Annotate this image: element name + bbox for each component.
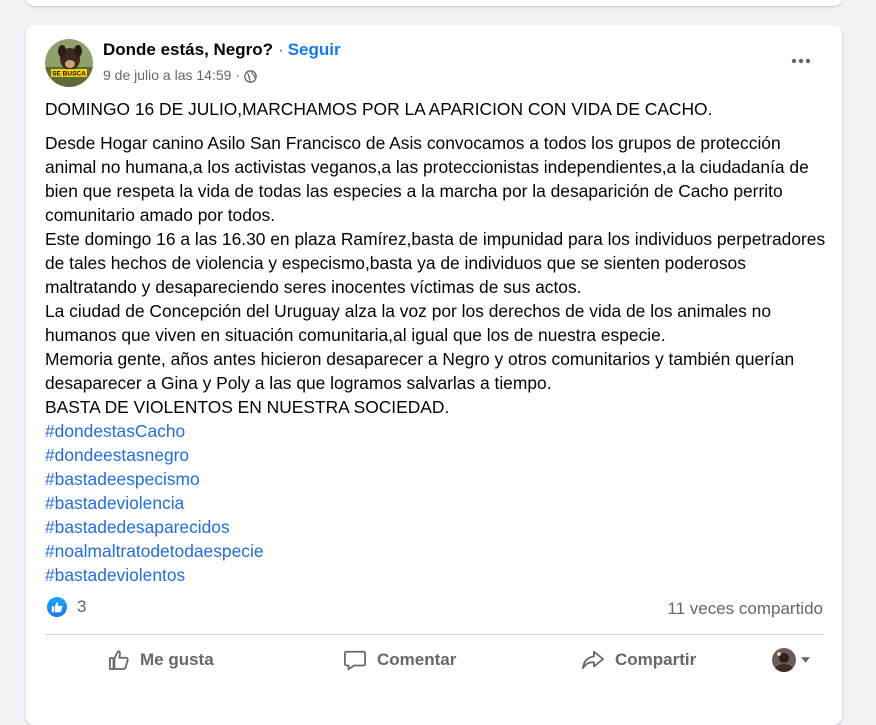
post-body: DOMINGO 16 DE JULIO,MARCHAMOS POR LA APA…	[45, 97, 830, 587]
author-line: Donde estás, Negro? · Seguir	[103, 40, 341, 60]
avatar-caption: SE BUSCA	[52, 71, 86, 78]
follow-button[interactable]: Seguir	[288, 40, 341, 59]
user-avatar	[772, 648, 796, 672]
share-button-label: Compartir	[615, 650, 697, 669]
post-paragraph: Memoria gente, años antes hicieron desap…	[45, 349, 795, 393]
share-button[interactable]: Compartir	[581, 646, 696, 674]
comment-button[interactable]: Comentar	[343, 646, 456, 674]
meta-separator: ·	[235, 67, 241, 83]
hashtag-link[interactable]: #bastadeviolencia	[45, 491, 184, 515]
shares-count[interactable]: 11 veces compartido	[667, 599, 823, 619]
author-name[interactable]: Donde estás, Negro?	[103, 40, 273, 59]
hashtag-link[interactable]: #noalmaltratodetodaespecie	[45, 539, 264, 563]
previous-post-card	[26, 0, 842, 6]
like-button-label: Me gusta	[140, 650, 214, 669]
hashtag-link[interactable]: #bastadedesaparecidos	[45, 515, 230, 539]
more-dots-icon[interactable]	[781, 43, 821, 79]
hashtag-link[interactable]: #dondestasCacho	[45, 419, 185, 443]
like-reaction-icon	[47, 597, 67, 617]
post-paragraph: Desde Hogar canino Asilo San Francisco d…	[45, 133, 809, 225]
thumbs-up-icon	[108, 650, 129, 671]
post-meta: 9 de julio a las 14:59 ·	[103, 67, 257, 83]
action-bar-divider	[45, 634, 823, 635]
hashtag-link[interactable]: #dondeestasnegro	[45, 443, 189, 467]
reaction-audience-selector[interactable]	[772, 648, 810, 672]
post-timestamp[interactable]: 9 de julio a las 14:59	[103, 67, 231, 83]
post-paragraph: Este domingo 16 a las 16.30 en plaza Ram…	[45, 229, 826, 297]
separator-dot: ·	[278, 40, 284, 59]
comment-bubble-icon	[344, 650, 366, 671]
reactions-summary[interactable]: 3	[47, 597, 86, 617]
like-button[interactable]: Me gusta	[108, 646, 214, 674]
reaction-count: 3	[77, 597, 87, 616]
post-title-line: DOMINGO 16 DE JULIO,MARCHAMOS POR LA APA…	[45, 99, 713, 119]
globe-icon[interactable]	[244, 70, 257, 83]
hashtag-link[interactable]: #bastadeviolentos	[45, 563, 185, 587]
post-paragraph: BASTA DE VIOLENTOS EN NUESTRA SOCIEDAD.	[45, 397, 450, 417]
share-arrow-icon	[582, 650, 604, 670]
comment-button-label: Comentar	[377, 650, 457, 669]
caret-down-icon	[801, 657, 810, 663]
post-card: SE BUSCA Donde estás, Negro? · Seguir 9 de…	[26, 25, 842, 725]
page-avatar[interactable]: SE BUSCA	[45, 39, 93, 87]
hashtag-link[interactable]: #bastadeespecismo	[45, 467, 200, 491]
post-paragraph: La ciudad de Concepción del Uruguay alza…	[45, 301, 772, 345]
